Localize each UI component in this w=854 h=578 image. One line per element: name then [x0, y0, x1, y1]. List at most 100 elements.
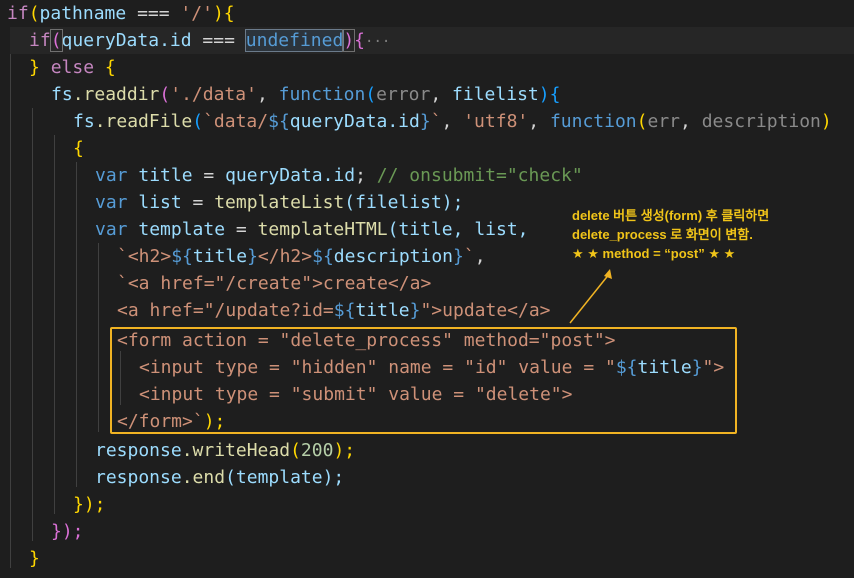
param: filelist: [452, 84, 539, 105]
paren: (: [28, 3, 40, 24]
paren: (: [636, 111, 648, 132]
template-expr: ${: [333, 300, 356, 321]
comma: ,: [256, 84, 279, 105]
identifier: fs: [73, 111, 95, 132]
template-expr: }: [419, 111, 431, 132]
identifier: fs: [51, 84, 73, 105]
code-line-19[interactable]: });: [73, 491, 106, 518]
method: .writeHead: [181, 440, 291, 461]
paren: (: [159, 84, 171, 105]
annotation-note: delete 버튼 생성(form) 후 클릭하면 delete_process…: [572, 206, 842, 263]
function-call: templateList: [214, 192, 345, 213]
html-string: <a href="/update?id=: [117, 300, 334, 321]
identifier: response: [95, 440, 182, 461]
operator: =: [225, 219, 258, 240]
html-string: <h2>: [127, 246, 172, 267]
brace: {: [94, 57, 116, 78]
matched-paren: ): [342, 29, 356, 52]
brace: }: [29, 57, 51, 78]
keyword-function: function: [278, 84, 366, 105]
param-unused: error: [376, 84, 431, 105]
method: .readdir: [72, 84, 160, 105]
paren: ): [820, 111, 832, 132]
param-unused: description: [701, 111, 821, 132]
comma: ,: [474, 246, 486, 267]
template-expr: ${: [268, 111, 290, 132]
code-line-12[interactable]: <a href="/update?id=${title}">update</a>: [117, 297, 551, 324]
template-literal: `: [430, 111, 442, 132]
code-editor[interactable]: if(pathname === '/'){ if(queryData.id ==…: [0, 0, 854, 578]
identifier: title: [355, 300, 410, 321]
string-literal: 'utf8': [463, 111, 529, 132]
paren: (: [192, 111, 204, 132]
indent-guide: [10, 54, 11, 568]
paren: (: [290, 440, 301, 461]
annotation-arrow-icon: [569, 269, 612, 324]
code-line-17[interactable]: response.writeHead(200);: [95, 437, 355, 464]
template-literal: `data/: [203, 111, 269, 132]
template-expr: ${: [312, 246, 334, 267]
comma: ,: [528, 111, 550, 132]
indent-guide: [32, 108, 33, 541]
arguments: (title, list,: [387, 219, 529, 240]
method: .readFile: [94, 111, 193, 132]
code-line-9[interactable]: var template = templateHTML(title, list,: [95, 216, 529, 243]
identifier: pathname: [39, 3, 127, 24]
arguments: (filelist);: [344, 192, 464, 213]
property: .id: [159, 30, 192, 51]
arguments: (template);: [225, 467, 345, 488]
closing-brace: });: [73, 494, 106, 515]
html-string: <a href="/create">create</a>: [127, 273, 432, 294]
code-line-20[interactable]: });: [51, 518, 84, 545]
code-line-6[interactable]: {: [73, 135, 84, 162]
code-line-10[interactable]: `<h2>${title}</h2>${description}`,: [117, 243, 486, 270]
keyword-function: function: [549, 111, 637, 132]
template-expr: }: [409, 300, 421, 321]
paren: (: [365, 84, 377, 105]
code-line-21[interactable]: }: [29, 545, 40, 572]
code-line-5[interactable]: fs.readFile(`data/${queryData.id}`, 'utf…: [73, 108, 832, 135]
param-unused: err: [647, 111, 680, 132]
code-line-18[interactable]: response.end(template);: [95, 464, 344, 491]
html-string: </h2>: [257, 246, 313, 267]
indent-guide: [76, 162, 77, 487]
code-line-8[interactable]: var list = templateList(filelist);: [95, 189, 463, 216]
identifier: list: [127, 192, 182, 213]
comma: ,: [441, 111, 464, 132]
comma: ,: [680, 111, 702, 132]
operator: ===: [191, 30, 246, 51]
closing-brace: }: [29, 548, 40, 569]
operator: ===: [126, 3, 181, 24]
code-line-1[interactable]: if(pathname === '/'){: [7, 0, 235, 27]
annotation-line-1: delete 버튼 생성(form) 후 클릭하면: [572, 208, 770, 223]
string-literal: '/': [180, 3, 213, 24]
operator: =: [192, 165, 226, 186]
folded-code-ellipsis[interactable]: ···: [365, 34, 390, 50]
html-string: ">update</a>: [420, 300, 551, 321]
template-expr: }: [453, 246, 464, 267]
code-line-3[interactable]: } else {: [29, 54, 116, 81]
paren: );: [333, 440, 356, 461]
identifier: queryData: [61, 30, 160, 51]
indent-guide: [54, 135, 55, 514]
identifier: queryData.id: [289, 111, 420, 132]
comment: // onsubmit="check": [376, 165, 583, 186]
comma: ,: [430, 84, 453, 105]
number-literal: 200: [300, 440, 334, 461]
keyword-var: var: [95, 192, 128, 213]
semicolon: ;: [355, 165, 377, 186]
indent-guide: [98, 243, 99, 432]
code-line-7[interactable]: var title = queryData.id; // onsubmit="c…: [95, 162, 583, 189]
code-line-11[interactable]: `<a href="/create">create</a>: [117, 270, 431, 297]
closing-brace: });: [51, 521, 84, 542]
identifier: queryData.id: [225, 165, 356, 186]
brace: {: [73, 138, 84, 159]
paren: ){: [212, 3, 235, 24]
code-line-4[interactable]: fs.readdir('./data', function(error, fil…: [51, 81, 560, 108]
code-line-2-current[interactable]: if(queryData.id === undefined){···: [10, 27, 854, 54]
keyword-if: if: [29, 30, 51, 51]
template-expr: ${: [171, 246, 193, 267]
operator: =: [181, 192, 215, 213]
annotation-line-2: delete_process 로 화면이 변함.: [572, 227, 753, 242]
selected-undefined[interactable]: undefined: [244, 29, 345, 52]
